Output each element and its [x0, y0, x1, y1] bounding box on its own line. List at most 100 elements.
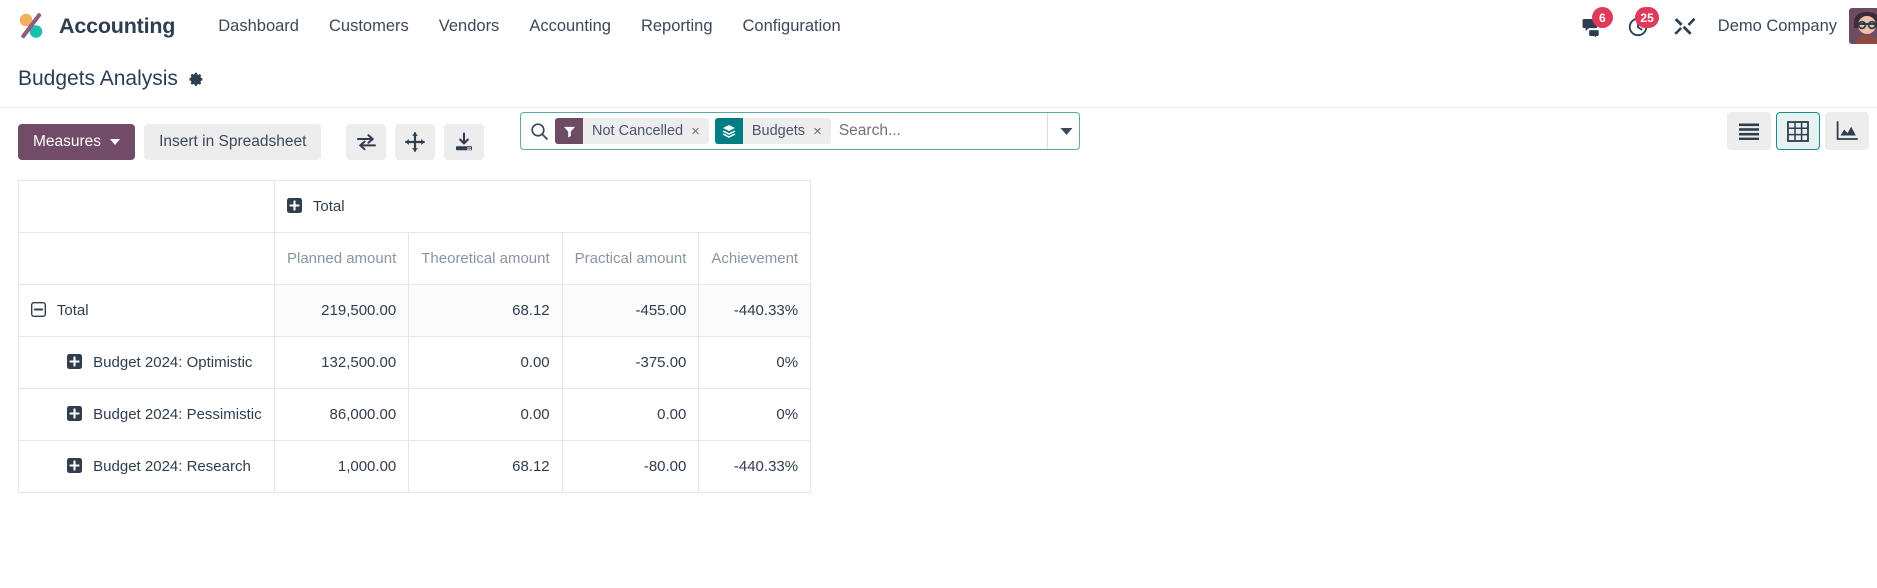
list-icon [1739, 123, 1759, 140]
facet-not-cancelled[interactable]: Not Cancelled × [555, 118, 709, 144]
plus-square-icon [287, 198, 302, 213]
debug-menu-button[interactable] [1662, 3, 1708, 49]
chevron-down-icon [1060, 127, 1073, 135]
expand-all-button[interactable] [395, 124, 436, 160]
plus-square-icon [67, 406, 82, 421]
pivot-corner [18, 180, 275, 233]
minus-square-icon [31, 302, 46, 317]
user-avatar[interactable] [1849, 8, 1877, 44]
row-header-budget-2024-research[interactable]: Budget 2024: Research [18, 440, 275, 493]
pivot-table-container: Total Planned amount Theoretical amount … [0, 160, 1877, 493]
pivot-col-group-total[interactable]: Total [273, 180, 812, 233]
download-icon [456, 132, 473, 151]
measure-header-practical-amount[interactable]: Practical amount [561, 232, 700, 285]
row-header-budget-2024-pessimistic[interactable]: Budget 2024: Pessimistic [18, 388, 275, 441]
pivot-head: Total Planned amount Theoretical amount … [18, 180, 812, 285]
menu-item-reporting[interactable]: Reporting [626, 11, 728, 42]
company-switcher[interactable]: Demo Company [1708, 11, 1849, 42]
measure-header-planned-amount[interactable]: Planned amount [273, 232, 410, 285]
gear-icon[interactable] [187, 71, 204, 88]
menu-item-accounting[interactable]: Accounting [514, 11, 626, 42]
pivot-measure-row: Planned amount Theoretical amount Practi… [18, 232, 812, 285]
table-row: Budget 2024: Optimistic 132,500.00 0.00 … [18, 336, 812, 389]
search-input[interactable] [830, 113, 1047, 149]
area-chart-icon [1836, 121, 1858, 140]
activities-button[interactable]: 25 [1616, 3, 1662, 49]
main-menu: Dashboard Customers Vendors Accounting R… [203, 11, 855, 42]
cell-practical-amount[interactable]: -455.00 [561, 284, 700, 337]
menu-item-customers[interactable]: Customers [314, 11, 424, 42]
cell-planned-amount[interactable]: 132,500.00 [273, 336, 410, 389]
messages-badge: 6 [1591, 7, 1613, 28]
search-view: Not Cancelled × Budgets × [520, 112, 1080, 150]
layers-icon [714, 118, 743, 144]
content-area: Measures Insert in Spreadsheet Total Pla… [0, 108, 1877, 588]
facet-budgets[interactable]: Budgets × [714, 118, 831, 144]
top-navbar: Accounting Dashboard Customers Vendors A… [0, 0, 1877, 52]
odoo-accounting-logo-icon [19, 13, 43, 39]
row-label: Budget 2024: Research [93, 458, 251, 475]
row-header-budget-2024-optimistic[interactable]: Budget 2024: Optimistic [18, 336, 275, 389]
insert-in-spreadsheet-button[interactable]: Insert in Spreadsheet [144, 124, 322, 160]
pivot-corner-2 [18, 232, 275, 285]
control-panel: Budgets Analysis Not Cancelled × Budgets… [0, 52, 1877, 150]
measures-button[interactable]: Measures [18, 124, 136, 160]
plus-square-icon [67, 354, 82, 369]
view-button-graph[interactable] [1825, 112, 1869, 150]
facet-remove-button[interactable]: × [811, 118, 831, 144]
menu-item-vendors[interactable]: Vendors [424, 11, 515, 42]
search-icon[interactable] [530, 122, 549, 141]
pivot-table-icon [1787, 120, 1809, 142]
pivot-body: Total 219,500.00 68.12 -455.00 -440.33% … [18, 284, 812, 493]
row-header-total[interactable]: Total [18, 284, 275, 337]
table-row: Budget 2024: Pessimistic 86,000.00 0.00 … [18, 388, 812, 441]
facet-remove-button[interactable]: × [689, 118, 709, 144]
cell-theoretical-amount[interactable]: 68.12 [408, 440, 563, 493]
messages-button[interactable]: 6 [1570, 3, 1616, 49]
cell-planned-amount[interactable]: 1,000.00 [273, 440, 410, 493]
search-dropdown-toggle[interactable] [1046, 113, 1085, 149]
cell-achievement[interactable]: -440.33% [698, 284, 812, 337]
view-switcher [1727, 112, 1869, 150]
view-button-pivot[interactable] [1776, 112, 1820, 150]
activities-badge: 25 [1635, 7, 1659, 28]
brand-home-link[interactable]: Accounting [14, 9, 175, 43]
cell-planned-amount[interactable]: 86,000.00 [273, 388, 410, 441]
cell-achievement[interactable]: 0% [698, 388, 812, 441]
cell-planned-amount[interactable]: 219,500.00 [273, 284, 410, 337]
facet-label: Budgets [751, 123, 806, 139]
filter-icon [555, 118, 583, 144]
cell-practical-amount[interactable]: -375.00 [561, 336, 700, 389]
cell-theoretical-amount[interactable]: 0.00 [408, 336, 563, 389]
measure-header-achievement[interactable]: Achievement [698, 232, 812, 285]
cell-practical-amount[interactable]: -80.00 [561, 440, 700, 493]
download-xlsx-button[interactable] [444, 124, 485, 160]
row-label: Total [56, 302, 89, 319]
row-label: Budget 2024: Optimistic [93, 354, 253, 371]
cell-practical-amount[interactable]: 0.00 [561, 388, 700, 441]
pivot-col-group-label: Total [312, 198, 345, 215]
swap-arrows-icon [356, 134, 376, 151]
plus-square-icon [67, 458, 82, 473]
table-row: Total 219,500.00 68.12 -455.00 -440.33% [18, 284, 812, 337]
flip-axis-button[interactable] [346, 124, 387, 160]
cell-achievement[interactable]: 0% [698, 336, 812, 389]
tools-icon [1674, 17, 1696, 35]
page-title: Budgets Analysis [18, 67, 178, 90]
chevron-down-icon [110, 139, 121, 145]
pivot-col-group-row: Total [18, 180, 812, 233]
brand-name: Accounting [59, 13, 176, 38]
row-label: Budget 2024: Pessimistic [93, 406, 262, 423]
facet-label: Not Cancelled [592, 123, 684, 139]
menu-item-dashboard[interactable]: Dashboard [203, 11, 314, 42]
breadcrumb: Budgets Analysis [18, 58, 204, 91]
cell-achievement[interactable]: -440.33% [698, 440, 812, 493]
menu-item-configuration[interactable]: Configuration [728, 11, 856, 42]
cell-theoretical-amount[interactable]: 0.00 [408, 388, 563, 441]
navbar-systray: 6 25 Demo Company [1570, 3, 1877, 49]
view-button-list[interactable] [1727, 112, 1771, 150]
pivot-table: Total Planned amount Theoretical amount … [18, 180, 812, 493]
measure-header-theoretical-amount[interactable]: Theoretical amount [408, 232, 563, 285]
cell-theoretical-amount[interactable]: 68.12 [408, 284, 563, 337]
expand-arrows-icon [405, 132, 426, 152]
